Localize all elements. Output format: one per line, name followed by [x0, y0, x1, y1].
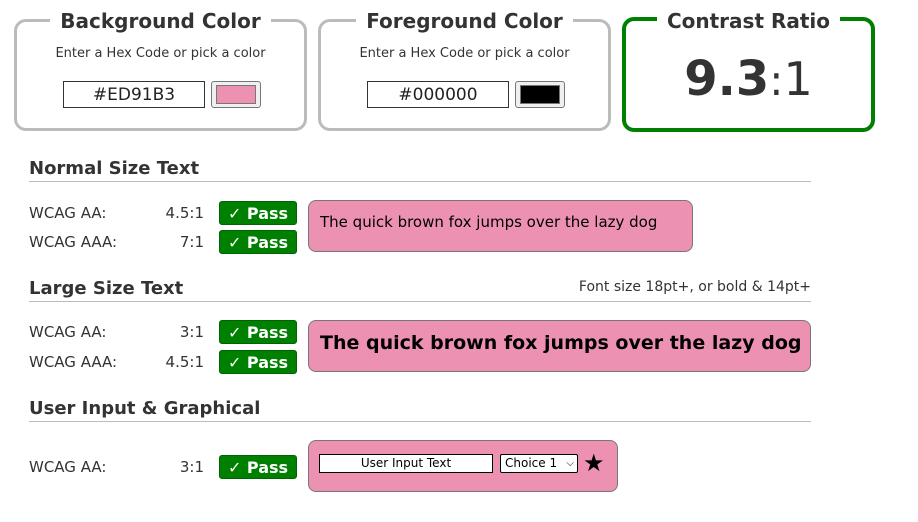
- graphical-aa-pass-badge: ✓ Pass: [219, 455, 297, 479]
- chevron-down-icon: ⌵: [566, 458, 574, 469]
- star-icon: ★: [583, 449, 605, 477]
- large-aa-label: WCAG AA:: [29, 323, 107, 341]
- foreground-color-picker[interactable]: [515, 81, 565, 108]
- sample-choice-value: Choice 1: [505, 456, 558, 470]
- graphical-aa-label: WCAG AA:: [29, 458, 107, 476]
- normal-text-heading: Normal Size Text: [29, 158, 811, 182]
- graphical-heading: User Input & Graphical: [29, 398, 811, 422]
- contrast-ratio-value: 9.3:1: [626, 51, 871, 107]
- background-color-picker[interactable]: [211, 81, 261, 108]
- normal-aaa-pass-badge: ✓ Pass: [219, 230, 297, 254]
- sample-text-input[interactable]: User Input Text: [319, 454, 493, 473]
- sample-choice-select[interactable]: Choice 1 ⌵: [500, 454, 578, 473]
- foreground-color-title: Foreground Color: [356, 9, 573, 33]
- normal-aa-pass-badge: ✓ Pass: [219, 201, 297, 225]
- normal-aa-label: WCAG AA:: [29, 204, 107, 222]
- contrast-ratio-denominator: 1: [783, 52, 813, 106]
- foreground-color-swatch: [520, 85, 560, 104]
- normal-aa-ratio: 4.5:1: [165, 204, 204, 222]
- graphical-aa-ratio: 3:1: [179, 458, 204, 476]
- contrast-ratio-title: Contrast Ratio: [656, 9, 841, 33]
- background-hex-input[interactable]: [63, 81, 205, 108]
- foreground-hex-input[interactable]: [367, 81, 509, 108]
- normal-aaa-label: WCAG AAA:: [29, 233, 118, 251]
- foreground-color-hint: Enter a Hex Code or pick a color: [359, 46, 570, 61]
- foreground-color-panel: Foreground Color Enter a Hex Code or pic…: [318, 9, 611, 131]
- large-aa-pass-badge: ✓ Pass: [219, 320, 297, 344]
- background-color-swatch: [216, 85, 256, 104]
- graphical-sample: User Input Text Choice 1 ⌵ ★: [308, 440, 618, 492]
- contrast-ratio-panel: Contrast Ratio 9.3:1: [622, 9, 875, 132]
- large-aaa-ratio: 4.5:1: [165, 353, 204, 371]
- background-color-title: Background Color: [50, 9, 271, 33]
- contrast-ratio-separator: :: [769, 56, 784, 105]
- background-color-hint: Enter a Hex Code or pick a color: [55, 46, 266, 61]
- large-aaa-pass-badge: ✓ Pass: [219, 350, 297, 374]
- normal-text-sample: The quick brown fox jumps over the lazy …: [308, 200, 693, 252]
- large-text-note: Font size 18pt+, or bold & 14pt+: [578, 279, 811, 295]
- background-color-panel: Background Color Enter a Hex Code or pic…: [14, 9, 307, 131]
- large-aa-ratio: 3:1: [179, 323, 204, 341]
- large-aaa-label: WCAG AAA:: [29, 353, 118, 371]
- normal-aaa-ratio: 7:1: [179, 233, 204, 251]
- contrast-ratio-number: 9.3: [684, 51, 770, 107]
- large-text-sample: The quick brown fox jumps over the lazy …: [308, 320, 811, 372]
